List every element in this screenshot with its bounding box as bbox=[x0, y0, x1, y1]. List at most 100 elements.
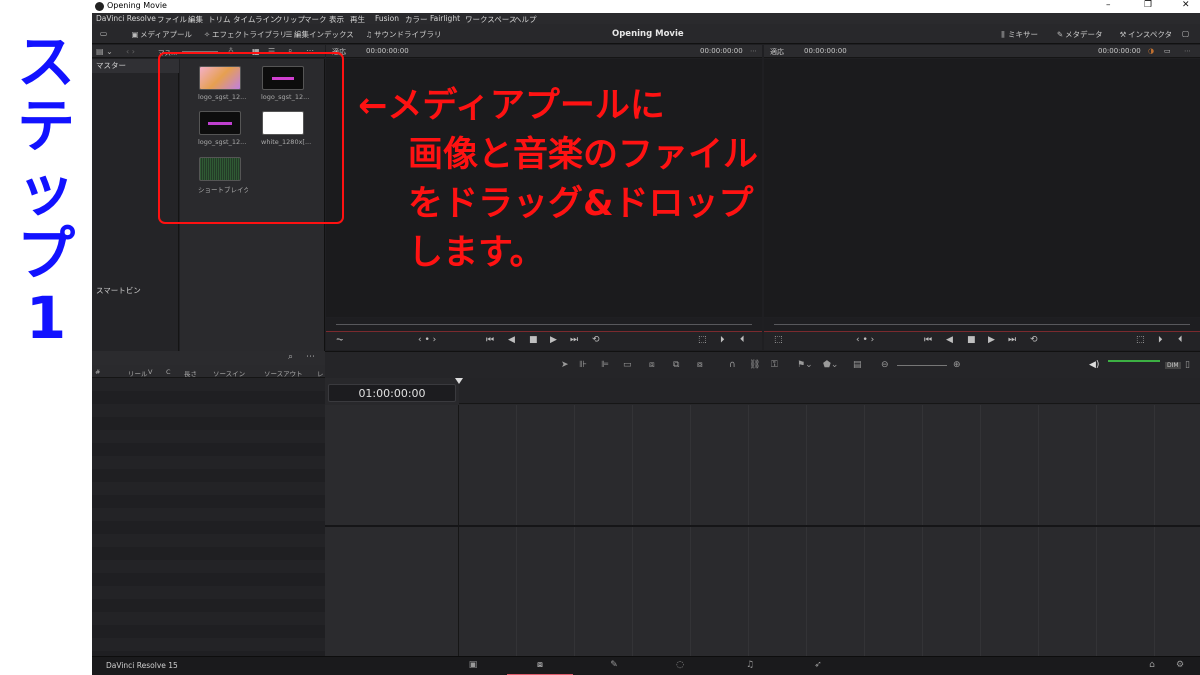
timeline-view-icon[interactable]: ▤ bbox=[853, 360, 862, 370]
video-track-area[interactable] bbox=[459, 405, 1200, 525]
inspector-label: インスペクタ bbox=[1128, 30, 1173, 39]
column-header[interactable]: # bbox=[95, 368, 100, 376]
column-header[interactable]: V bbox=[148, 368, 152, 376]
blade-tool-icon[interactable]: ▭ bbox=[623, 360, 632, 370]
timeline-more-icon[interactable]: ⋯ bbox=[1184, 47, 1191, 55]
page-bar: DaVinci Resolve 15 ▣ ⧈ ✎ ◌ ♫ ➶ ⌂ ⚙ bbox=[92, 656, 1200, 675]
reverse-icon[interactable]: ◀ bbox=[508, 335, 515, 345]
selection-tool-icon[interactable]: ➤ bbox=[561, 360, 569, 370]
media-pool-button[interactable]: ▣メディアプール bbox=[130, 29, 192, 40]
dim-button[interactable]: DIM bbox=[1165, 362, 1181, 369]
zoom-out-icon[interactable]: ⊖ bbox=[881, 360, 889, 370]
viewer-mode-icon[interactable]: ▭ bbox=[1164, 47, 1171, 55]
play-icon[interactable]: ▶ bbox=[988, 335, 995, 345]
playhead[interactable] bbox=[455, 378, 463, 384]
page-fusion-icon[interactable]: ✎ bbox=[602, 660, 626, 670]
replace-clip-icon[interactable]: ⧇ bbox=[697, 360, 703, 370]
page-fairlight-icon[interactable]: ♫ bbox=[738, 660, 762, 670]
zoom-slider[interactable] bbox=[897, 365, 947, 366]
timeline-toolbar: ➤ ⊪ ⊫ ▭ ⧈ ⧉ ⧇ ∩ ⛓ ⚿ ⚑⌄ ⬟⌄ ▤ ⊖ ⊕ ◀) DIM ▯ bbox=[325, 351, 1200, 378]
timeline-scrubber[interactable] bbox=[764, 318, 1200, 332]
edit-index-columns: # リール V C 長さ ソースイン ソースアウト レ bbox=[92, 365, 325, 378]
snapping-icon[interactable]: ∩ bbox=[729, 360, 736, 370]
timeline-timecode: 01:00:00:00 bbox=[328, 384, 456, 402]
insert-clip-icon[interactable]: ⧈ bbox=[649, 360, 655, 370]
column-header[interactable]: リール bbox=[128, 368, 148, 378]
monitor-icon[interactable]: ▭ bbox=[100, 29, 107, 38]
jog-icon[interactable]: ‹ • › bbox=[856, 335, 874, 345]
inspector-button[interactable]: ⚒ インスペクタ bbox=[1118, 29, 1172, 40]
edit-index-search-icon[interactable]: ⌕ bbox=[288, 352, 293, 362]
jog-icon[interactable]: ‹ • › bbox=[418, 335, 436, 345]
flag-icon[interactable]: ⚑⌄ bbox=[797, 360, 813, 370]
audio-waveform-icon[interactable]: ⏦ bbox=[336, 335, 343, 345]
metadata-label: メタデータ bbox=[1065, 30, 1103, 39]
stop-icon[interactable]: ■ bbox=[529, 335, 538, 345]
sound-library-button[interactable]: ♫ サウンドライブラリ bbox=[364, 29, 442, 40]
skip-back-icon[interactable]: ⏮ bbox=[486, 335, 494, 345]
source-scrubber[interactable] bbox=[326, 318, 762, 332]
volume-icon[interactable]: ◀) bbox=[1089, 360, 1099, 370]
timeline-timecode-right: 00:00:00:00 bbox=[1098, 47, 1141, 55]
settings-icon[interactable]: ⚙ bbox=[1168, 660, 1192, 670]
menu-fusion[interactable]: Fusion bbox=[375, 14, 399, 23]
match-frame-icon[interactable]: ⬚ bbox=[698, 335, 707, 345]
page-deliver-icon[interactable]: ➶ bbox=[806, 660, 830, 670]
match-frame-icon[interactable]: ⬚ bbox=[1136, 335, 1145, 345]
mixer-icon: ⫼ bbox=[1001, 30, 1005, 39]
bin-list-toggle-icon[interactable]: ▤ ⌄ bbox=[96, 47, 113, 56]
timeline-ruler[interactable] bbox=[459, 378, 1200, 404]
play-icon[interactable]: ▶ bbox=[550, 335, 557, 345]
column-header[interactable]: 長さ bbox=[184, 368, 197, 378]
loop-icon[interactable]: ⟲ bbox=[1030, 335, 1038, 345]
minimize-button[interactable]: – bbox=[1106, 0, 1111, 10]
column-header[interactable]: レ bbox=[317, 368, 324, 378]
skip-forward-icon[interactable]: ⏭ bbox=[1008, 335, 1016, 345]
page-edit-icon[interactable]: ⧈ bbox=[528, 660, 552, 670]
marker-icon[interactable]: ⬟⌄ bbox=[823, 360, 838, 370]
mark-out-icon[interactable]: ⏴ bbox=[740, 335, 745, 345]
menu-fairlight[interactable]: Fairlight bbox=[430, 14, 460, 23]
effects-library-button[interactable]: ✧ エフェクトライブラリ bbox=[202, 29, 287, 40]
stop-icon[interactable]: ■ bbox=[967, 335, 976, 345]
column-header[interactable]: C bbox=[166, 368, 171, 376]
source-more-icon[interactable]: ⋯ bbox=[750, 47, 757, 55]
dynamic-trim-icon[interactable]: ⊫ bbox=[601, 360, 609, 370]
lock-icon[interactable]: ⚿ bbox=[771, 360, 778, 370]
volume-slider[interactable] bbox=[1108, 360, 1160, 362]
metadata-button[interactable]: ✎ メタデータ bbox=[1055, 29, 1103, 40]
color-icon[interactable]: ◑ bbox=[1148, 47, 1154, 55]
trim-tool-icon[interactable]: ⊪ bbox=[579, 360, 587, 370]
expand-icon[interactable]: ▢ bbox=[1182, 29, 1189, 38]
mark-in-icon[interactable]: ⏵ bbox=[1158, 335, 1163, 345]
timeline-fit-dropdown[interactable]: 適応 bbox=[770, 47, 784, 57]
list-icon: ☰ bbox=[285, 30, 293, 39]
zoom-in-icon[interactable]: ⊕ bbox=[953, 360, 961, 370]
mark-out-icon[interactable]: ⏴ bbox=[1178, 335, 1183, 345]
overwrite-clip-icon[interactable]: ⧉ bbox=[673, 360, 679, 370]
skip-forward-icon[interactable]: ⏭ bbox=[570, 335, 578, 345]
reverse-icon[interactable]: ◀ bbox=[946, 335, 953, 345]
audio-track-area[interactable] bbox=[459, 527, 1200, 656]
column-header[interactable]: ソースイン bbox=[213, 368, 245, 378]
edit-index-more-icon[interactable]: ⋯ bbox=[306, 352, 315, 362]
close-button[interactable]: ✕ bbox=[1182, 0, 1190, 10]
timeline-viewer-header: 適応 00:00:00:00 00:00:00:00 ◑ ▭ ⋯ bbox=[764, 45, 1200, 58]
mixer-button[interactable]: ⫼ ミキサー bbox=[998, 29, 1038, 40]
transform-icon[interactable]: ⬚ bbox=[774, 335, 783, 345]
annotation-line: します。 bbox=[408, 233, 545, 273]
link-icon[interactable]: ⛓ bbox=[749, 360, 760, 370]
home-icon[interactable]: ⌂ bbox=[1140, 660, 1164, 670]
edit-index-button[interactable]: ☰ 編集インデックス bbox=[284, 29, 354, 40]
mark-in-icon[interactable]: ⏵ bbox=[720, 335, 725, 345]
nav-arrows-icon[interactable]: ‹ › bbox=[126, 47, 135, 56]
page-media-icon[interactable]: ▣ bbox=[461, 660, 485, 670]
restore-button[interactable]: ❐ bbox=[1144, 0, 1152, 10]
loop-icon[interactable]: ⟲ bbox=[592, 335, 600, 345]
column-header[interactable]: ソースアウト bbox=[264, 368, 303, 378]
menu-davinci-resolve[interactable]: DaVinci Resolve bbox=[96, 14, 156, 23]
skip-back-icon[interactable]: ⏮ bbox=[924, 335, 932, 345]
app-logo-icon bbox=[95, 2, 104, 11]
page-color-icon[interactable]: ◌ bbox=[668, 660, 692, 670]
smart-bins-label[interactable]: スマートビン bbox=[96, 285, 141, 296]
